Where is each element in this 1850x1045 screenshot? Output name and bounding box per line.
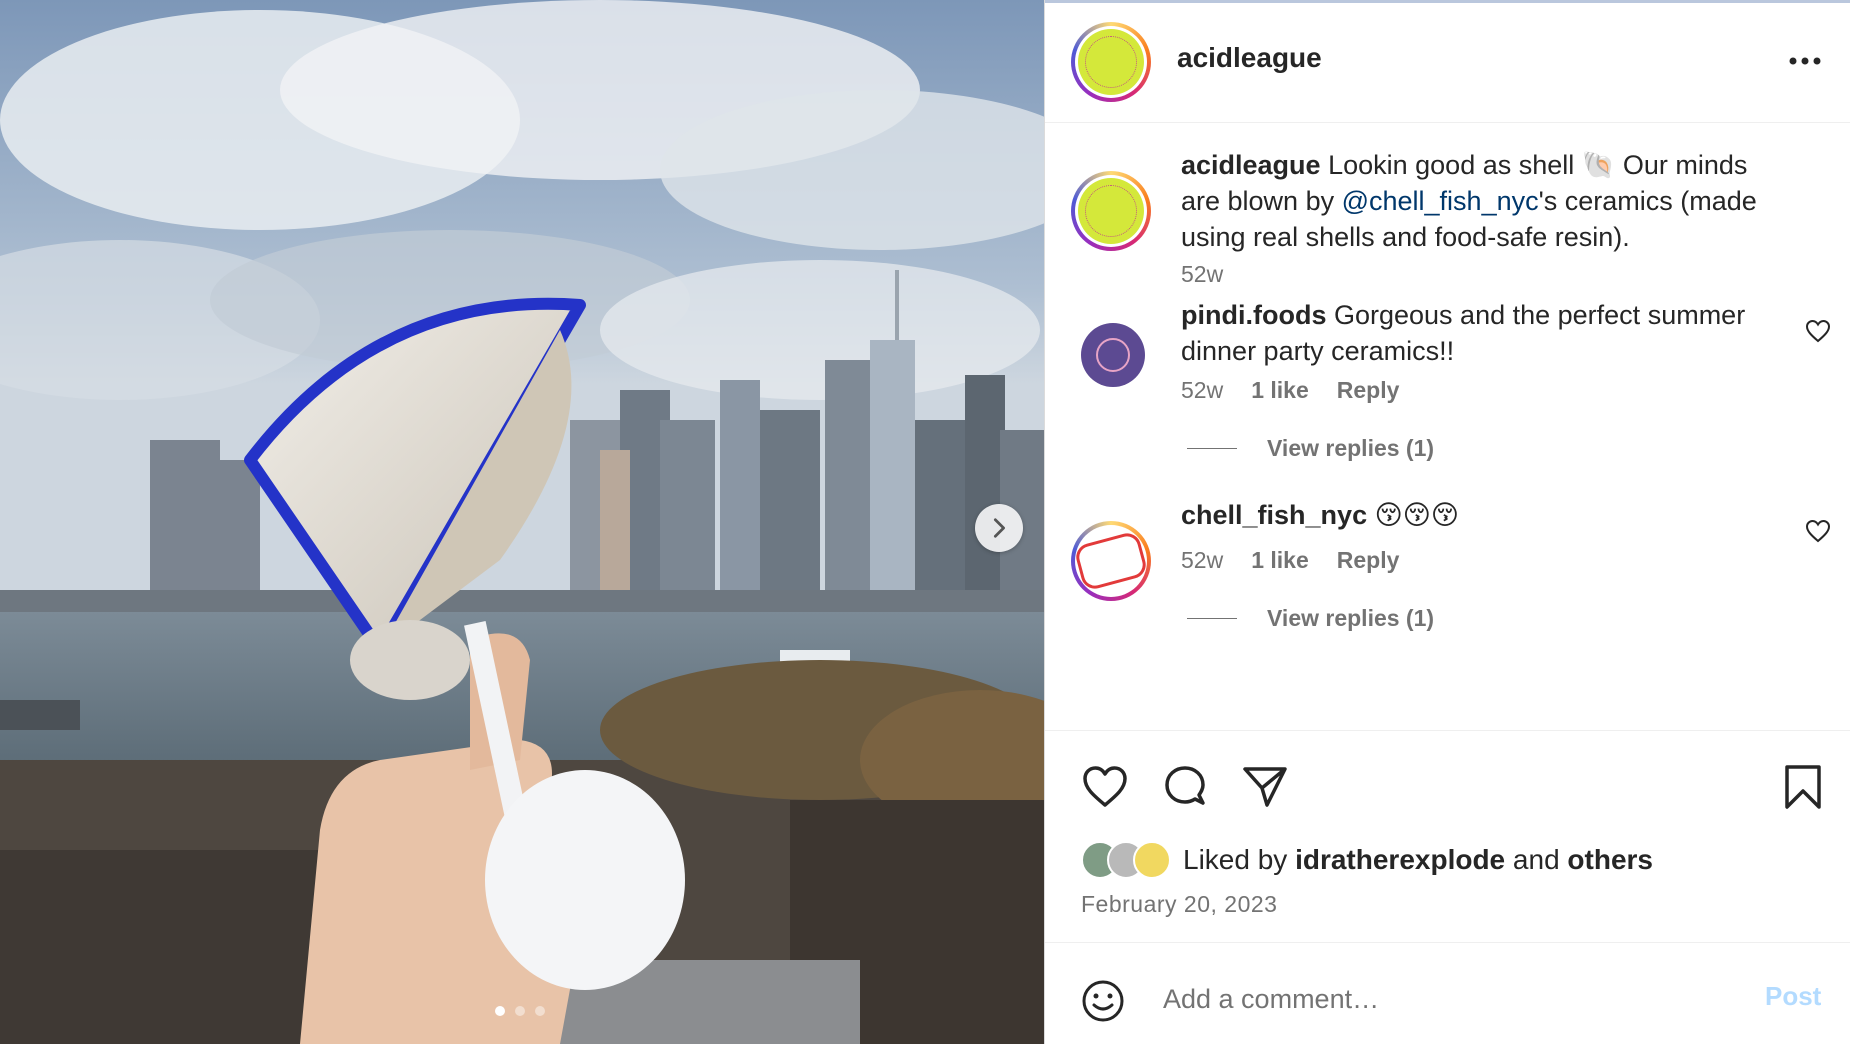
emoji-icon[interactable] — [1081, 979, 1125, 1023]
likes-summary: Liked by idratherexplode and others — [1081, 841, 1653, 879]
post-header: acidleague — [1045, 0, 1850, 123]
comment-item: pindi.foods Gorgeous and the perfect sum… — [1045, 297, 1850, 497]
post-details-panel: acidleague acidleague Lookin good as she… — [1044, 0, 1850, 1044]
comments-list[interactable]: acidleague Lookin good as shell 🐚 Our mi… — [1045, 123, 1850, 730]
chevron-right-icon — [988, 517, 1010, 539]
caption-avatar[interactable] — [1071, 171, 1151, 251]
more-options-icon[interactable] — [1781, 46, 1829, 76]
comment-like-icon[interactable] — [1805, 319, 1831, 343]
comment-icon[interactable] — [1161, 763, 1209, 811]
comment-text: pindi.foods Gorgeous and the perfect sum… — [1181, 297, 1781, 369]
post-date[interactable]: February 20, 2023 — [1081, 891, 1277, 918]
mention-link[interactable]: @chell_fish_nyc — [1342, 186, 1539, 216]
liker-avatar[interactable] — [1133, 841, 1171, 879]
comment-like-icon[interactable] — [1805, 519, 1831, 543]
bookmark-icon[interactable] — [1779, 763, 1827, 811]
carousel-dot — [515, 1006, 525, 1016]
author-username[interactable]: acidleague — [1177, 42, 1322, 74]
share-icon[interactable] — [1241, 763, 1289, 811]
next-photo-button[interactable] — [975, 504, 1023, 552]
reply-button[interactable]: Reply — [1337, 377, 1400, 404]
author-avatar[interactable] — [1071, 22, 1151, 102]
carousel-dot-active — [495, 1006, 505, 1016]
instagram-post-view: acidleague acidleague Lookin good as she… — [0, 0, 1850, 1044]
comment-meta: 52w 1 like Reply — [1181, 377, 1399, 404]
view-replies-label: View replies (1) — [1267, 435, 1435, 461]
view-replies-button[interactable]: View replies (1) — [1187, 435, 1434, 462]
caption-age[interactable]: 52w — [1181, 261, 1223, 288]
comment-input[interactable] — [1161, 975, 1725, 1023]
view-replies-button[interactable]: View replies (1) — [1187, 605, 1434, 632]
photo-illustration — [0, 0, 1044, 1044]
add-comment-bar: Post — [1045, 942, 1850, 1045]
caption-username[interactable]: acidleague — [1181, 150, 1321, 180]
view-replies-label: View replies (1) — [1267, 605, 1435, 631]
liked-by-user[interactable]: idratherexplode — [1295, 844, 1505, 875]
caption-meta: 52w — [1181, 261, 1223, 288]
comment-text: chell_fish_nyc 😚😚😚 — [1181, 497, 1781, 533]
comment-item: chell_fish_nyc 😚😚😚 52w 1 like Reply View… — [1045, 497, 1850, 730]
comment-age[interactable]: 52w — [1181, 547, 1223, 574]
liked-by-others[interactable]: others — [1567, 844, 1653, 875]
heart-icon[interactable] — [1081, 763, 1129, 811]
comment-username[interactable]: chell_fish_nyc — [1181, 500, 1367, 530]
post-photo[interactable] — [0, 0, 1044, 1044]
liked-by-text: Liked by idratherexplode and others — [1183, 844, 1653, 876]
caption-text: acidleague Lookin good as shell 🐚 Our mi… — [1181, 147, 1781, 255]
commenter-avatar[interactable] — [1081, 323, 1145, 387]
comment-meta: 52w 1 like Reply — [1181, 547, 1399, 574]
comment-age[interactable]: 52w — [1181, 377, 1223, 404]
post-comment-button[interactable]: Post — [1765, 981, 1821, 1012]
replies-divider — [1187, 448, 1237, 449]
comment-username[interactable]: pindi.foods — [1181, 300, 1326, 330]
reply-button[interactable]: Reply — [1337, 547, 1400, 574]
commenter-avatar[interactable] — [1071, 521, 1151, 601]
comment-likes[interactable]: 1 like — [1251, 547, 1309, 574]
carousel-indicator — [495, 1006, 545, 1016]
comment-body: 😚😚😚 — [1374, 500, 1460, 530]
post-actions: Liked by idratherexplode and others Febr… — [1045, 730, 1850, 943]
comment-likes[interactable]: 1 like — [1251, 377, 1309, 404]
liked-by-prefix: Liked by — [1183, 844, 1288, 875]
carousel-dot — [535, 1006, 545, 1016]
replies-divider — [1187, 618, 1237, 619]
liked-by-and: and — [1512, 844, 1560, 875]
